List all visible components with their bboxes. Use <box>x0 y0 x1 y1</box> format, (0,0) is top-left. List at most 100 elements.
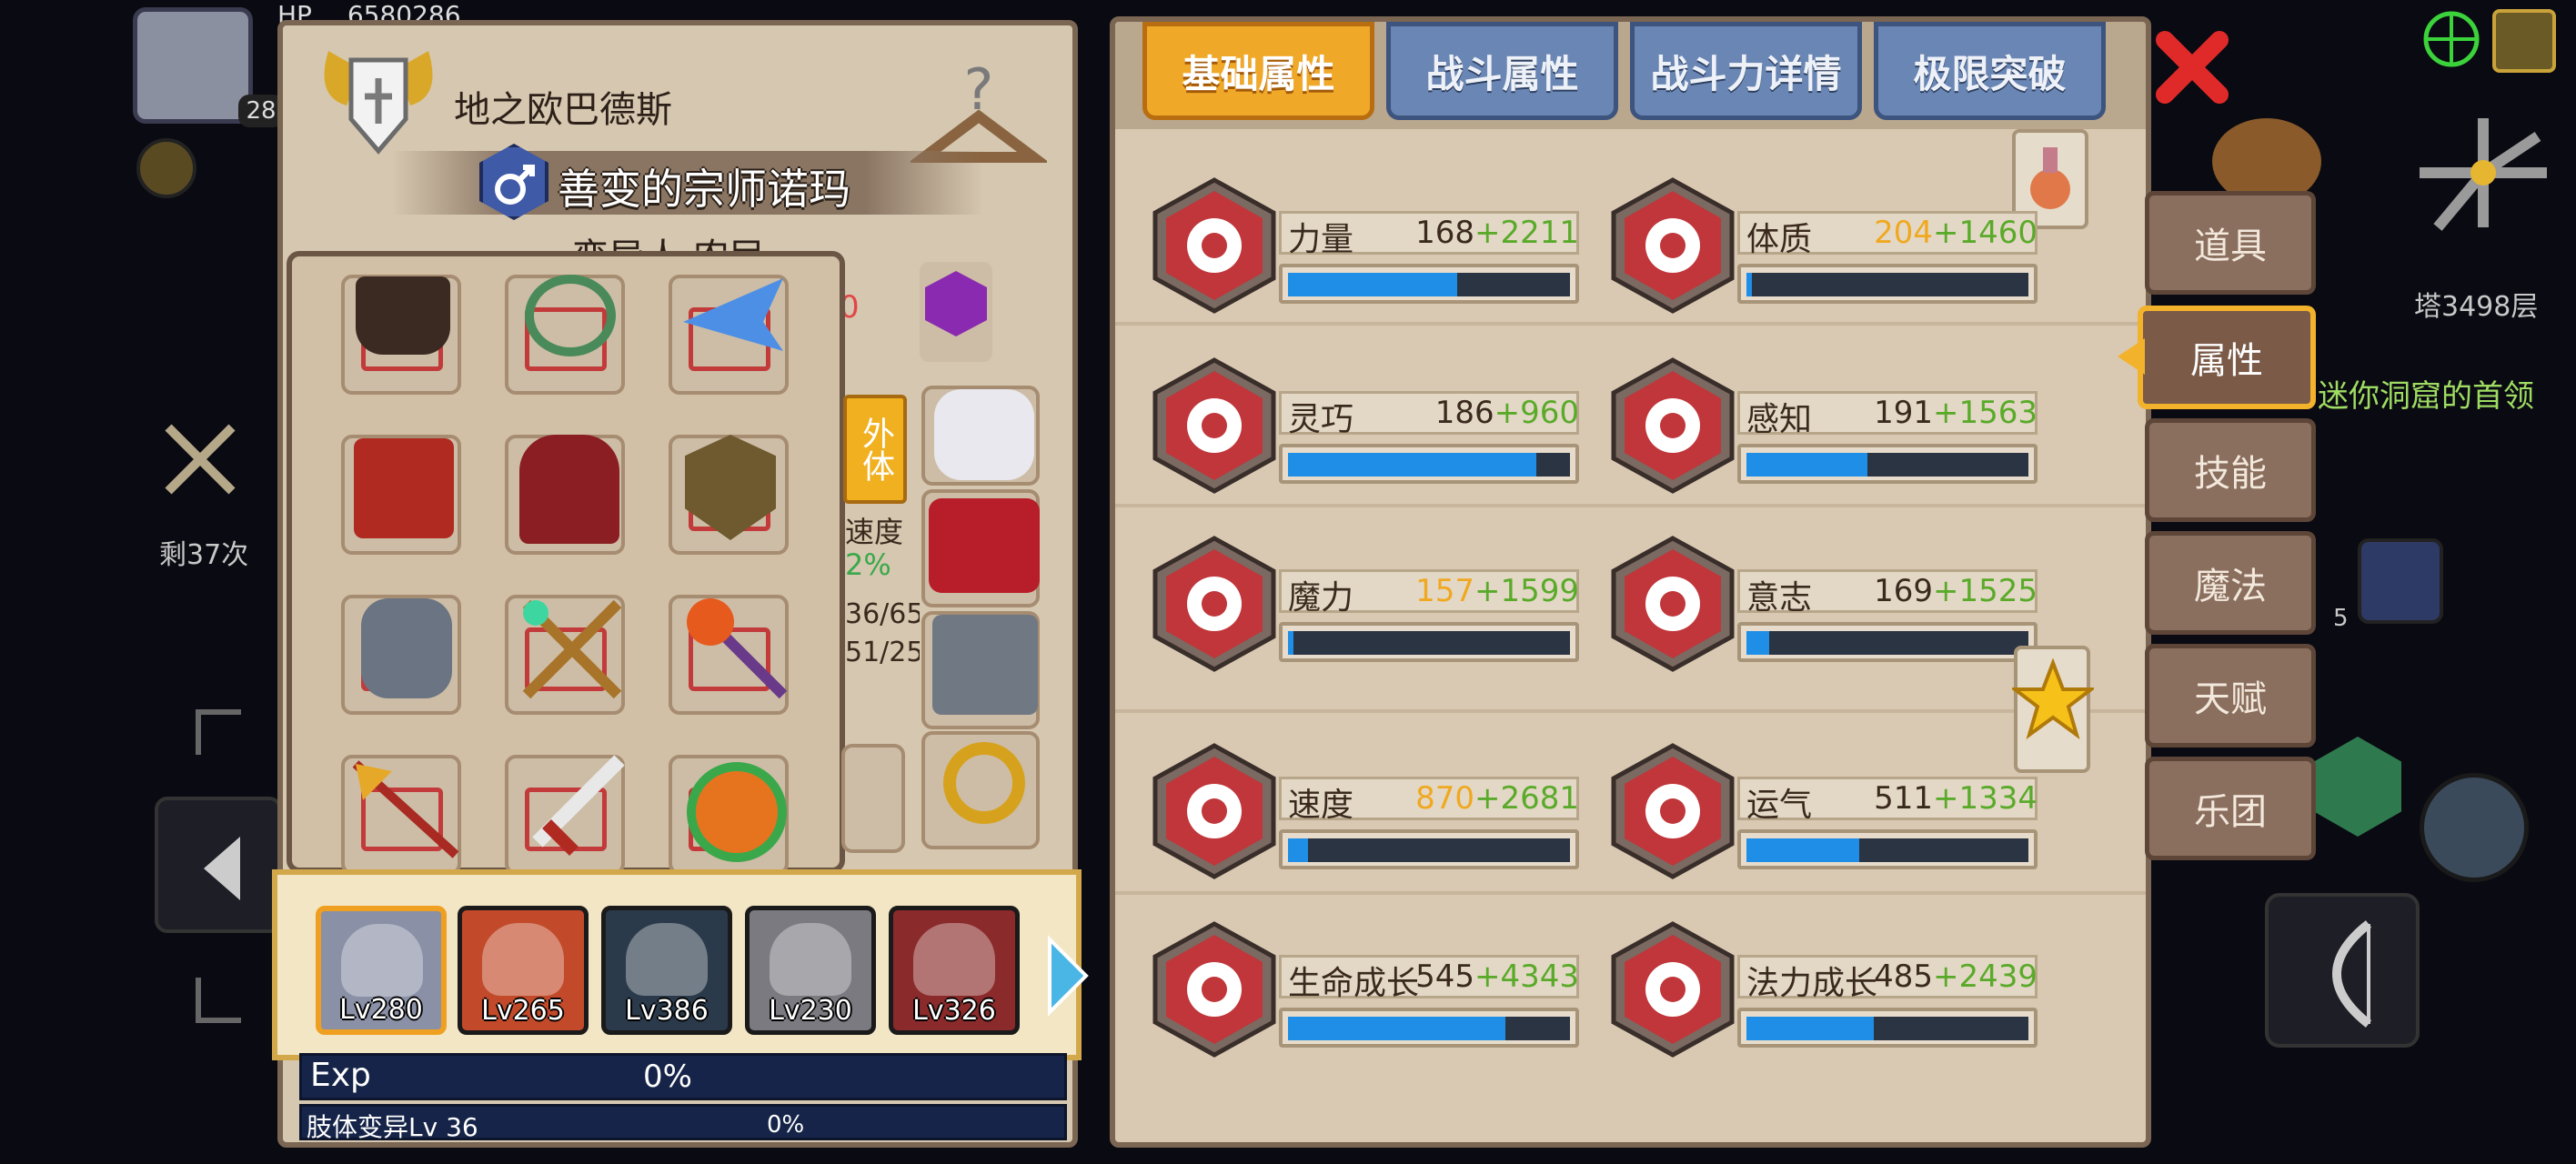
ring-icon <box>943 742 1025 824</box>
hero-avatar <box>770 923 851 996</box>
close-icon[interactable] <box>2154 29 2230 105</box>
eye-icon[interactable] <box>1610 356 1736 495</box>
player-avatar[interactable] <box>133 7 253 124</box>
quest-text[interactable]: 迷你洞窟的首领 <box>2318 371 2534 416</box>
stat-row: 运气 511+1334 <box>1610 742 2047 888</box>
favorite-star-button[interactable] <box>2012 646 2094 773</box>
equip-slot-boots[interactable] <box>921 611 1040 729</box>
equip-slot-misc[interactable] <box>841 744 905 853</box>
gauntlet-icon <box>361 598 452 698</box>
hero-card[interactable]: Lv265 <box>458 906 589 1035</box>
heart-growth-icon[interactable] <box>1152 920 1277 1059</box>
stat-progress-fill <box>1746 631 1769 655</box>
stat-row: 法力成长 485+2439 <box>1610 920 2047 1066</box>
tab-power-details[interactable]: 战斗力详情 <box>1630 22 1862 120</box>
side-menu-talent[interactable]: 天赋 <box>2145 644 2316 748</box>
stat-bonus-value: +1334 <box>1932 780 2038 817</box>
tab-battle-attributes[interactable]: 战斗属性 <box>1386 22 1618 120</box>
out-body-badge[interactable]: 外体 <box>843 395 907 504</box>
stat-row: 体质 204+1460 <box>1610 176 2047 322</box>
clover-icon[interactable] <box>1610 742 1736 880</box>
stat-bonus-value: +1599 <box>1474 573 1579 609</box>
exit-frame-icon[interactable] <box>2492 9 2556 73</box>
equip-slot-glove[interactable] <box>921 386 1040 486</box>
stat-progress-bar <box>1737 1008 2038 1048</box>
speed-pct: 2% <box>845 547 891 582</box>
stat-value: 204+1460 <box>1874 215 2038 251</box>
stat-base-value: 204 <box>1874 215 1933 251</box>
row-divider <box>1115 891 2146 895</box>
hero-level: Lv230 <box>769 995 852 1027</box>
stat-name: 灵巧 <box>1288 401 1354 438</box>
cloak-icon <box>519 435 619 544</box>
stat-bonus-value: +1563 <box>1932 395 2038 431</box>
side-menu-band[interactable]: 乐团 <box>2145 757 2316 860</box>
stat-name: 感知 <box>1746 401 1813 438</box>
stat-progress-fill <box>1288 273 1457 296</box>
stat-row: 意志 169+1525 <box>1610 535 2047 680</box>
boots-icon <box>932 615 1038 715</box>
stat-name: 生命成长 <box>1288 965 1420 1002</box>
stat-row: 感知 191+1563 <box>1610 356 2047 502</box>
hero-avatar <box>913 923 995 996</box>
crossbow-icon <box>518 595 627 704</box>
equipment-panel: 地之欧巴德斯 ? 善变的宗师诺玛 变异人 农民 0 <box>272 20 1089 1148</box>
stat-bonus-value: +1460 <box>1932 215 2038 251</box>
hero-card[interactable]: Lv280 <box>316 906 447 1035</box>
side-menu-items[interactable]: 道具 <box>2145 191 2316 295</box>
stat-value: 870+2681 <box>1415 780 1579 817</box>
stat-progress-bar <box>1737 829 2038 869</box>
spiral-icon[interactable] <box>1152 535 1277 673</box>
side-menu-skills[interactable]: 技能 <box>2145 418 2316 522</box>
stat-progress-fill <box>1746 838 1859 862</box>
hero-card[interactable]: Lv230 <box>745 906 876 1035</box>
wand-skill-icon[interactable] <box>2358 538 2443 624</box>
bow-attack-button[interactable] <box>2265 893 2420 1048</box>
hero-card[interactable]: Lv326 <box>889 906 1020 1035</box>
stat-base-value: 511 <box>1874 780 1933 817</box>
body-icon[interactable] <box>1610 176 1736 315</box>
stat-row: 力量 168+2211 <box>1152 176 1588 322</box>
stat-value: 169+1525 <box>1874 573 2038 609</box>
stat-value: 191+1563 <box>1874 395 2038 431</box>
stat-bonus-value: +960 <box>1494 395 1579 431</box>
equip-slot-belt[interactable] <box>921 489 1040 607</box>
mana-growth-icon[interactable] <box>1610 920 1736 1059</box>
compass-button[interactable] <box>2420 773 2529 882</box>
tab-basic-attributes[interactable]: 基础属性 <box>1142 22 1374 120</box>
side-menu-attributes[interactable]: 属性 <box>2138 306 2316 409</box>
hero-level: Lv386 <box>625 995 709 1027</box>
stat-progress-fill <box>1288 631 1293 655</box>
mutation-value: 0% <box>767 1111 805 1139</box>
rune-slot[interactable] <box>920 262 992 362</box>
move-left-button[interactable] <box>155 797 282 933</box>
next-hero-arrow[interactable] <box>1045 935 1091 1017</box>
stat-row: 生命成长 545+4343 <box>1152 920 1588 1066</box>
stat-bonus-value: +2211 <box>1474 215 1579 251</box>
stat-base-value: 157 <box>1415 573 1474 609</box>
hero-card[interactable]: Lv386 <box>601 906 732 1035</box>
painting-item-icon[interactable] <box>2314 737 2401 837</box>
stat-a: 36/658 <box>845 598 920 630</box>
stat-progress-fill <box>1288 1017 1505 1040</box>
hero-level: Lv265 <box>481 995 565 1027</box>
stat-progress-bar <box>1737 444 2038 484</box>
stat-base-value: 870 <box>1415 780 1474 817</box>
head-spark-icon[interactable] <box>1610 535 1736 673</box>
crossed-swords-icon[interactable] <box>159 418 241 500</box>
hero-avatar <box>626 923 708 996</box>
hero-level: Lv280 <box>339 994 423 1026</box>
spear-icon <box>347 755 465 864</box>
tab-limit-break[interactable]: 极限突破 <box>1874 22 2106 120</box>
necklace-icon <box>525 275 616 356</box>
muscle-arm-icon[interactable] <box>1152 176 1277 315</box>
corner-bracket-icon <box>196 709 241 755</box>
stat-value: 186+960 <box>1435 395 1579 431</box>
running-icon[interactable] <box>1152 356 1277 495</box>
stat-progress-bar <box>1737 622 2038 662</box>
exp-label: Exp <box>310 1057 371 1094</box>
equip-slot-ring[interactable] <box>921 731 1040 849</box>
network-globe-icon[interactable] <box>2401 7 2483 71</box>
side-menu-magic[interactable]: 魔法 <box>2145 531 2316 635</box>
wind-icon[interactable] <box>1152 742 1277 880</box>
